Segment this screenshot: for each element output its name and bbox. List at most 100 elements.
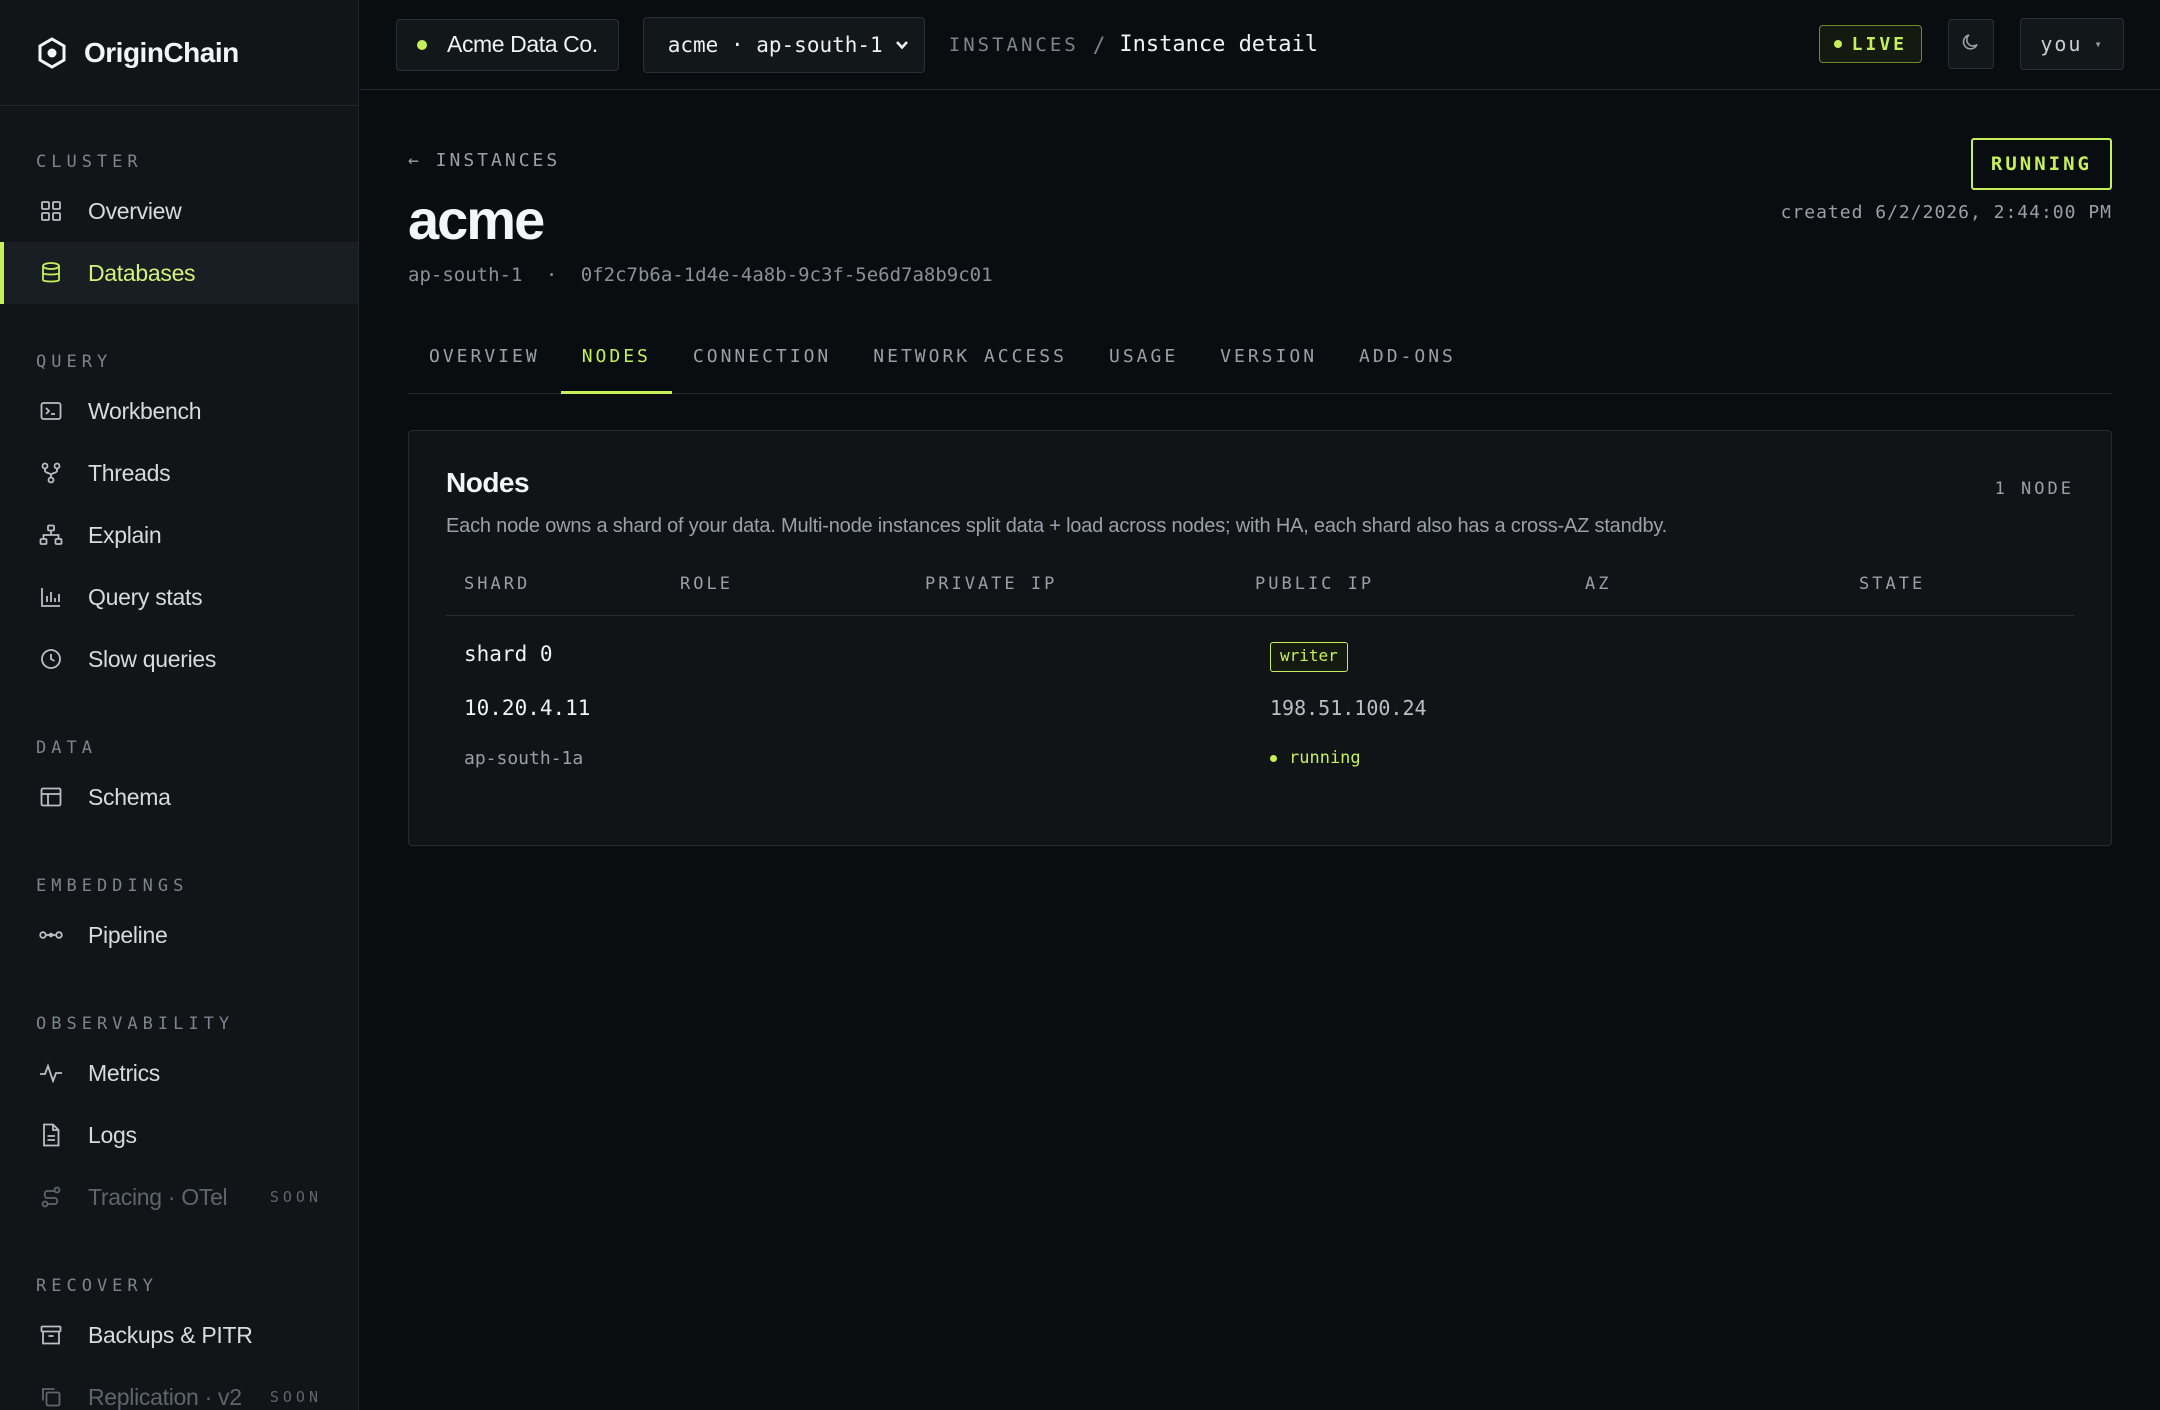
column-header-public-ip: PUBLIC IP — [1255, 574, 1375, 594]
column-header-state: STATE — [1859, 574, 1926, 594]
sidebar-nav: CLUSTER Overview Databases QUERY Workben… — [0, 106, 358, 1410]
topbar-actions: LIVE you ▾ — [1818, 18, 2124, 70]
clock-icon — [36, 644, 66, 674]
state-label: running — [1289, 748, 1361, 768]
cell-state: running — [1270, 748, 1361, 768]
cell-public-ip: 198.51.100.24 — [1270, 696, 1427, 720]
column-header-private-ip: PRIVATE IP — [925, 574, 1058, 594]
instance-id: 0f2c7b6a-1d4e-4a8b-9c3f-5e6d7a8b9c01 — [580, 264, 993, 286]
sidebar-item-backups[interactable]: Backups & PITR — [0, 1304, 358, 1366]
moon-icon — [1961, 32, 1981, 57]
caret-down-icon: ▾ — [2094, 37, 2104, 51]
theme-toggle-button[interactable] — [1948, 19, 1994, 69]
database-icon — [36, 258, 66, 288]
sidebar-item-metrics[interactable]: Metrics — [0, 1042, 358, 1104]
brand[interactable]: OriginChain — [0, 0, 358, 106]
breadcrumb-root[interactable]: INSTANCES — [949, 34, 1079, 56]
nav-section-recovery: RECOVERY — [36, 1276, 158, 1296]
topbar: Acme Data Co. acme · ap-south-1 INSTANCE… — [360, 0, 2160, 90]
tab-connection[interactable]: CONNECTION — [672, 332, 852, 393]
sidebar-item-query-stats[interactable]: Query stats — [0, 566, 358, 628]
user-label: you — [2040, 32, 2083, 56]
sidebar-item-databases[interactable]: Databases — [0, 242, 358, 304]
instance-select[interactable]: acme · ap-south-1 — [642, 16, 925, 73]
tab-usage[interactable]: USAGE — [1088, 332, 1199, 393]
sidebar-item-label: Databases — [88, 259, 196, 286]
terminal-icon — [36, 396, 66, 426]
branch-icon — [36, 458, 66, 488]
sidebar-item-label: Replication · v2 — [88, 1383, 242, 1410]
nav-section-observability: OBSERVABILITY — [36, 1014, 235, 1034]
sidebar-item-threads[interactable]: Threads — [0, 442, 358, 504]
archive-icon — [36, 1320, 66, 1350]
breadcrumb-current: Instance detail — [1119, 32, 1319, 57]
live-dot — [1833, 40, 1842, 48]
sidebar-item-schema[interactable]: Schema — [0, 766, 358, 828]
table-icon — [36, 782, 66, 812]
column-header-az: AZ — [1585, 574, 1612, 594]
tab-overview[interactable]: OVERVIEW — [408, 332, 561, 393]
sidebar-item-logs[interactable]: Logs — [0, 1104, 358, 1166]
sidebar-item-pipeline[interactable]: Pipeline — [0, 904, 358, 966]
main-content: ← INSTANCES acme ap-south-1 · 0f2c7b6a-1… — [408, 90, 2112, 846]
sidebar-item-tracing[interactable]: Tracing · OTel SOON — [0, 1166, 358, 1228]
tree-icon — [36, 520, 66, 550]
nav-section-cluster: CLUSTER — [36, 152, 143, 172]
sidebar-item-slow-queries[interactable]: Slow queries — [0, 628, 358, 690]
breadcrumb: INSTANCES / Instance detail — [949, 32, 1318, 57]
org-switcher[interactable]: Acme Data Co. — [396, 18, 619, 71]
tab-version[interactable]: VERSION — [1199, 332, 1338, 393]
sidebar-item-workbench[interactable]: Workbench — [0, 380, 358, 442]
sidebar-item-label: Query stats — [88, 583, 203, 610]
tab-add-ons[interactable]: ADD-ONS — [1338, 332, 1477, 393]
column-header-shard: SHARD — [464, 574, 531, 594]
nodes-title: Nodes — [446, 467, 530, 498]
pipeline-icon — [36, 920, 66, 950]
created-timestamp: created 6/2/2026, 2:44:00 PM — [1780, 202, 2112, 223]
instance-region: ap-south-1 — [408, 264, 523, 286]
tab-network-access[interactable]: NETWORK ACCESS — [852, 332, 1088, 393]
cell-private-ip: 10.20.4.11 — [464, 696, 591, 720]
status-badge: RUNNING — [1970, 138, 2112, 190]
sidebar-item-label: Threads — [88, 459, 171, 486]
pulse-icon — [36, 1058, 66, 1088]
nodes-description: Each node owns a shard of your data. Mul… — [446, 515, 1668, 537]
file-icon — [36, 1120, 66, 1150]
live-badge: LIVE — [1818, 25, 1922, 63]
sidebar-item-label: Logs — [88, 1121, 137, 1148]
nodes-table-header: SHARD ROLE PRIVATE IP PUBLIC IP AZ STATE — [446, 574, 2074, 616]
sidebar-item-label: Pipeline — [88, 921, 168, 948]
brand-name: OriginChain — [84, 36, 239, 68]
soon-badge: SOON — [269, 1388, 322, 1406]
live-label: LIVE — [1851, 33, 1907, 55]
user-menu-button[interactable]: you ▾ — [2020, 18, 2124, 70]
sidebar-item-label: Slow queries — [88, 645, 217, 672]
tab-nodes[interactable]: NODES — [560, 332, 673, 394]
cell-shard: shard 0 — [464, 642, 553, 666]
soon-badge: SOON — [269, 1188, 322, 1206]
copy-icon — [36, 1382, 66, 1410]
node-count: 1 NODE — [1994, 479, 2074, 499]
nav-section-query: QUERY — [36, 352, 113, 372]
sidebar-item-label: Metrics — [88, 1059, 161, 1086]
instance-subline: ap-south-1 · 0f2c7b6a-1d4e-4a8b-9c3f-5e6… — [408, 264, 2112, 286]
tab-bar: OVERVIEW NODES CONNECTION NETWORK ACCESS… — [408, 332, 2112, 394]
sidebar-item-label: Schema — [88, 783, 171, 810]
org-name: Acme Data Co. — [447, 31, 598, 57]
subline-separator: · — [545, 264, 558, 286]
sidebar-item-label: Explain — [88, 521, 162, 548]
nav-section-embeddings: EMBEDDINGS — [36, 876, 189, 896]
bar-chart-icon — [36, 582, 66, 612]
sidebar-item-label: Overview — [88, 197, 182, 224]
column-header-role: ROLE — [680, 574, 733, 594]
role-badge: writer — [1270, 642, 1348, 672]
hexagon-logo-icon — [36, 36, 68, 69]
grid-icon — [36, 196, 66, 226]
nav-section-data: DATA — [36, 738, 97, 758]
route-icon — [36, 1182, 66, 1212]
status-area: RUNNING created 6/2/2026, 2:44:00 PM — [1781, 138, 2112, 223]
chevron-down-icon — [892, 35, 912, 60]
sidebar-item-explain[interactable]: Explain — [0, 504, 358, 566]
sidebar-item-replication[interactable]: Replication · v2 SOON — [0, 1366, 358, 1410]
sidebar-item-overview[interactable]: Overview — [0, 180, 358, 242]
